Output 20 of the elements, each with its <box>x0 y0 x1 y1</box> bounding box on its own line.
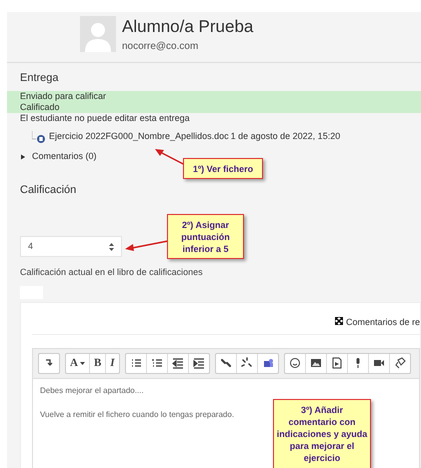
file-link[interactable]: Ejercicio 2022FG000_Nombre_Apellidos.doc <box>49 130 229 144</box>
format-button[interactable]: B <box>88 354 106 372</box>
current-grade-label: Calificación actual en el libro de calificaciones <box>20 266 204 279</box>
status-text: Enviado para calificar <box>7 91 421 102</box>
section-heading: Entrega <box>20 71 60 85</box>
callout-note: 2º) Asignar puntuación inferior a 5 <box>167 214 244 259</box>
format-button[interactable]: I <box>105 354 119 372</box>
submission-date: 1 de agosto de 2022, 15:20 <box>230 130 340 144</box>
callout-note: 1º) Ver fichero <box>183 158 263 179</box>
callout-note: 3º) Añadir comentario con indicaciones y ayuda para mejorar el ejercicio <box>273 399 371 468</box>
grade-select[interactable]: 4 <box>20 236 122 257</box>
comment-paragraph: Debes mejorar el apartado.... <box>40 386 144 396</box>
format-button[interactable]: A <box>66 354 89 372</box>
feedback-title: Comentarios de re <box>346 316 420 329</box>
comment-paragraph: Vuelve a remitir el fichero cuando lo tengas preparado. <box>40 410 234 420</box>
section-heading: Calificación <box>20 182 78 198</box>
student-email: nocorre@co.com <box>122 40 200 54</box>
status-text: El estudiante no puede editar esta entrega <box>19 113 191 124</box>
student-name: Alumno/a Prueba <box>122 17 254 37</box>
status-text: Calificado <box>7 102 421 113</box>
